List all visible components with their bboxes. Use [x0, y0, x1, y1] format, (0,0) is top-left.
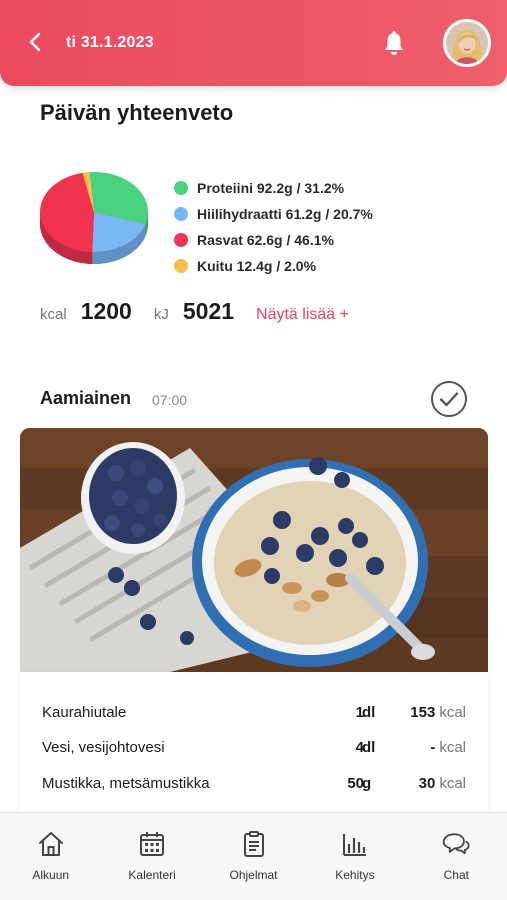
app-screen: ti 31.1.2023 Päivän yhteenveto Proteiini… — [0, 0, 507, 900]
legend-item-fat: Rasvat 62.6g / 46.1% — [174, 227, 373, 253]
legend-dot-fiber — [174, 259, 188, 273]
avatar-portrait-icon — [446, 22, 488, 64]
food-kcal-value: - — [430, 739, 436, 756]
kcal-unit: kcal — [40, 306, 67, 323]
legend-label-carbs: Hiilihydraatti 61.2g / 20.7% — [197, 206, 373, 222]
calendar-icon — [140, 832, 165, 856]
food-unit: dl — [362, 704, 376, 721]
check-circle-icon[interactable] — [430, 380, 468, 418]
bar-chart-icon — [342, 834, 366, 856]
food-unit: dl — [362, 739, 376, 756]
meal-items-card: Kaurahiutale 1 dl 153 kcal Vesi, vesijoht… — [20, 672, 488, 822]
nav-label-progress: Kehitys — [335, 868, 375, 882]
food-kcal: 153 kcal — [410, 704, 466, 721]
back-arrow-icon[interactable] — [24, 30, 48, 54]
food-kcal-unit: kcal — [439, 739, 466, 756]
bell-icon[interactable] — [381, 30, 407, 58]
kj-value: 5021 — [182, 298, 235, 324]
food-kcal: - kcal — [430, 739, 466, 756]
summary-title: Päivän yhteenveto — [40, 100, 234, 125]
pie-legend: Proteiini 92.2g / 31.2% Hiilihydraatti 6… — [174, 175, 373, 279]
nav-item-programs[interactable]: Ohjelmat — [203, 813, 304, 900]
legend-item-fiber: Kuitu 12.4g / 2.0% — [174, 253, 373, 279]
meal-title: Aamiainen — [40, 388, 132, 408]
legend-label-fat: Rasvat 62.6g / 46.1% — [197, 232, 334, 248]
food-kcal: 30 kcal — [419, 775, 466, 792]
avatar[interactable] — [443, 19, 491, 67]
kj-unit: kJ — [153, 306, 169, 323]
chat-icon — [443, 833, 470, 855]
food-kcal-value: 153 — [410, 704, 436, 721]
energy-summary: kcal 1200 kJ 5021 Näytä lisää + — [40, 298, 349, 325]
nav-label-chat: Chat — [443, 868, 469, 882]
legend-label-fiber: Kuitu 12.4g / 2.0% — [197, 258, 317, 274]
nav-label-calendar: Kalenteri — [128, 868, 176, 882]
show-more-link[interactable]: Näytä lisää + — [256, 306, 349, 324]
legend-dot-carbs — [174, 207, 188, 221]
nav-label-home: Alkuun — [32, 868, 70, 882]
meal-time: 07:00 — [152, 392, 188, 408]
top-bar: ti 31.1.2023 — [0, 0, 507, 86]
food-name: Mustikka, metsämustikka — [42, 775, 210, 792]
macro-pie-chart — [39, 171, 149, 265]
legend-dot-protein — [174, 181, 188, 195]
food-name: Vesi, vesijohtovesi — [42, 739, 165, 756]
food-kcal-unit: kcal — [439, 704, 466, 721]
legend-label-protein: Proteiini 92.2g / 31.2% — [197, 180, 345, 196]
legend-dot-fat — [174, 233, 188, 247]
food-unit: g — [362, 775, 372, 792]
nav-item-progress[interactable]: Kehitys — [304, 813, 405, 900]
legend-item-carbs: Hiilihydraatti 61.2g / 20.7% — [174, 201, 373, 227]
nav-item-home[interactable]: Alkuun — [0, 813, 101, 900]
legend-item-protein: Proteiini 92.2g / 31.2% — [174, 175, 373, 201]
nav-label-programs: Ohjelmat — [229, 868, 278, 882]
bottom-nav: Alkuun Kalenteri Ohjelmat Kehitys Chat — [0, 812, 507, 900]
meal-item-row[interactable]: Vesi, vesijohtovesi 4 dl - kcal — [20, 735, 488, 761]
home-icon — [38, 832, 63, 856]
meal-photo[interactable] — [20, 428, 488, 672]
nav-item-calendar[interactable]: Kalenteri — [101, 813, 202, 900]
kcal-value: 1200 — [80, 298, 132, 324]
nav-item-chat[interactable]: Chat — [406, 813, 507, 900]
food-kcal-value: 30 — [418, 775, 436, 792]
food-kcal-unit: kcal — [439, 775, 466, 792]
clipboard-icon — [243, 831, 264, 857]
porridge-image — [20, 428, 488, 672]
header-date[interactable]: ti 31.1.2023 — [66, 34, 154, 52]
meal-item-row[interactable]: Mustikka, metsämustikka 50 g 30 kcal — [20, 771, 488, 797]
meal-item-row[interactable]: Kaurahiutale 1 dl 153 kcal — [20, 700, 488, 726]
food-name: Kaurahiutale — [42, 704, 127, 721]
